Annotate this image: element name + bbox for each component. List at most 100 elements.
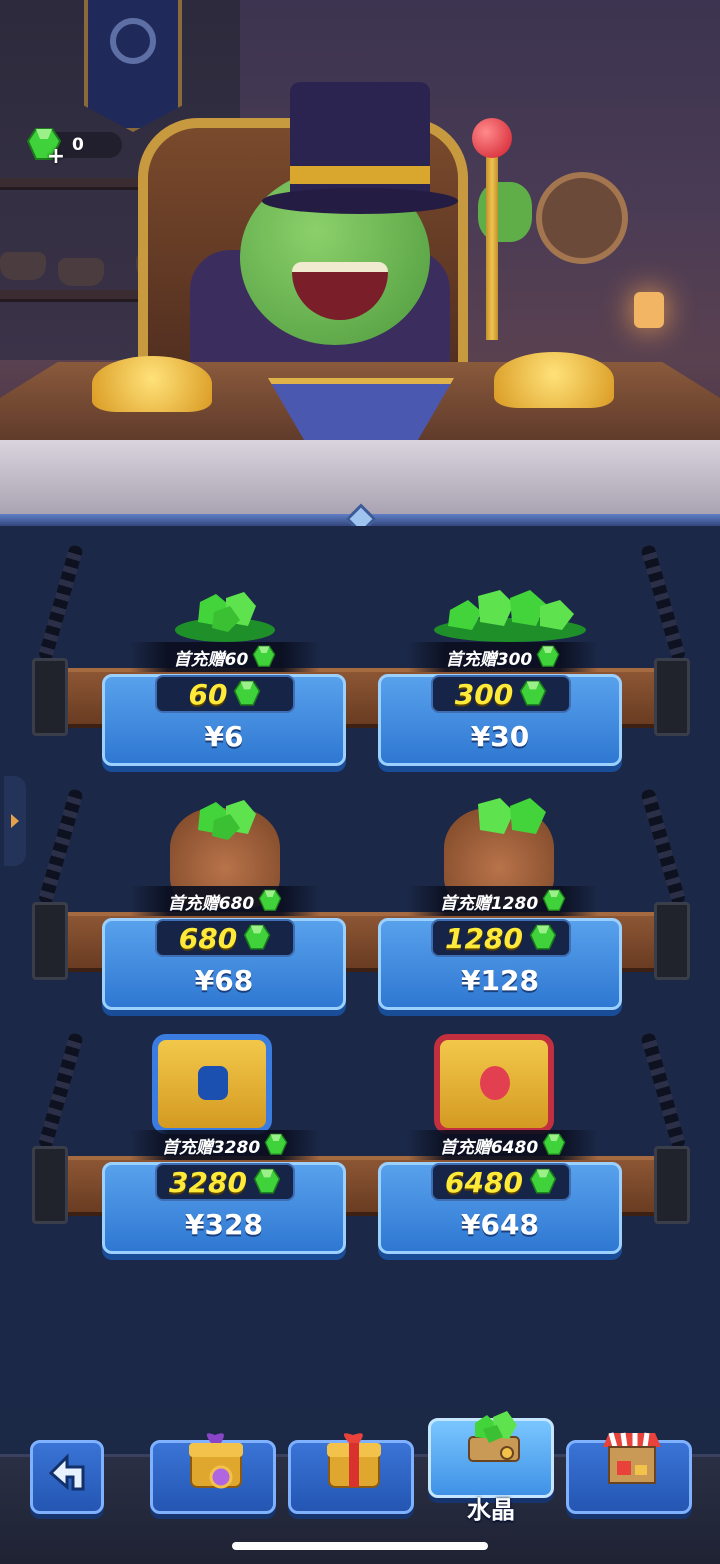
hat-brim xyxy=(262,188,458,214)
tab-market[interactable] xyxy=(566,1432,692,1514)
guild-banner xyxy=(84,0,182,132)
first-recharge-bonus: 首充赠6480 xyxy=(408,1130,598,1160)
shelf-bracket xyxy=(654,658,690,736)
shelf-bracket xyxy=(32,658,68,736)
wall-shield xyxy=(536,172,628,264)
bonus-label: 首充赠680 xyxy=(167,893,255,914)
price-label: ¥648 xyxy=(461,1208,539,1241)
gem-icon xyxy=(536,645,560,667)
gem-balance-value: 0 xyxy=(72,135,84,155)
bottom-nav: 水晶 xyxy=(0,1406,720,1564)
price-label: ¥30 xyxy=(470,720,530,753)
price-label: ¥6 xyxy=(204,720,244,753)
crystal-amount-value: 1280 xyxy=(445,921,523,955)
skull-lock-icon xyxy=(480,1066,510,1100)
price-label: ¥128 xyxy=(461,964,539,997)
shopkeeper-banner: + 0 xyxy=(0,0,720,518)
first-recharge-bonus: 首充赠1280 xyxy=(408,886,598,916)
pot xyxy=(58,258,104,286)
gem-icon xyxy=(529,924,557,950)
market-stall-icon xyxy=(603,1432,661,1484)
chain xyxy=(640,1032,687,1150)
back-arrow-icon xyxy=(48,1453,85,1491)
gem-icon xyxy=(253,1168,281,1194)
buy-crystal-pack-button[interactable]: 6480 ¥648 xyxy=(378,1162,622,1254)
gem-icon xyxy=(234,680,261,706)
shelf-row-3: 首充赠3280 首充赠6480 3280 ¥328 6480 ¥648 xyxy=(0,1032,720,1254)
first-recharge-bonus: 首充赠60 xyxy=(130,642,320,672)
red-treasure-chest-art xyxy=(434,1034,554,1134)
back-button[interactable] xyxy=(30,1440,104,1514)
crystal-amount: 60 xyxy=(155,675,295,713)
crystal-amount-value: 300 xyxy=(454,677,514,711)
add-icon: + xyxy=(46,144,66,169)
bonus-label: 首充赠60 xyxy=(173,649,249,670)
first-recharge-bonus: 首充赠680 xyxy=(130,886,320,916)
tab-crystal-label: 水晶 xyxy=(467,1496,515,1524)
shelf-bracket xyxy=(654,1146,690,1224)
shelf-row-1: 首充赠60 首充赠300 60 ¥6 300 ¥30 xyxy=(0,544,720,766)
price-label: ¥328 xyxy=(185,1208,263,1241)
gem-pile-art xyxy=(430,586,590,642)
gem-icon xyxy=(529,1168,557,1194)
gem-icon xyxy=(252,645,276,667)
crystal-amount: 300 xyxy=(431,675,571,713)
gem-icon xyxy=(519,680,547,706)
gem-pile-art xyxy=(170,794,280,844)
buy-crystal-pack-button[interactable]: 680 ¥68 xyxy=(102,918,346,1010)
gold-coin-pile xyxy=(92,356,212,412)
blue-treasure-chest-art xyxy=(152,1034,272,1134)
bonus-label: 首充赠6480 xyxy=(439,1137,539,1158)
tab-crystal[interactable] xyxy=(428,1411,554,1498)
keyhole-icon xyxy=(198,1066,228,1100)
crystal-cart-icon xyxy=(468,1411,520,1462)
gem-icon xyxy=(264,1133,288,1155)
buy-crystal-pack-button[interactable]: 60 ¥6 xyxy=(102,674,346,766)
crystal-amount-value: 60 xyxy=(188,677,228,711)
chain xyxy=(37,788,84,906)
staff-orb xyxy=(472,118,512,158)
chain xyxy=(37,544,84,662)
bonus-label: 首充赠300 xyxy=(445,649,533,670)
gold-coin-pile xyxy=(494,352,614,408)
crystal-shop: 首充赠60 首充赠300 60 ¥6 300 ¥30 首充赠680 首充赠128… xyxy=(0,526,720,1406)
buy-crystal-pack-button[interactable]: 1280 ¥128 xyxy=(378,918,622,1010)
red-gift-box-icon xyxy=(327,1433,381,1488)
chain xyxy=(640,544,687,662)
bonus-label: 首充赠1280 xyxy=(439,893,539,914)
gem-icon xyxy=(243,924,271,950)
home-indicator[interactable] xyxy=(232,1542,488,1550)
crystal-amount: 680 xyxy=(155,919,295,957)
tab-gift-box[interactable] xyxy=(288,1433,414,1514)
bonus-label: 首充赠3280 xyxy=(161,1137,261,1158)
guild-emblem-icon xyxy=(110,18,156,64)
gem-icon: + xyxy=(26,127,65,168)
gem-icon xyxy=(542,889,566,911)
gem-pile-art xyxy=(170,586,280,642)
gem-pile-art xyxy=(430,794,590,844)
first-recharge-bonus: 首充赠300 xyxy=(408,642,598,672)
buy-crystal-pack-button[interactable]: 300 ¥30 xyxy=(378,674,622,766)
gem-icon xyxy=(258,889,282,911)
side-drawer-toggle[interactable] xyxy=(4,776,26,866)
gem-balance[interactable]: + 0 xyxy=(26,126,122,168)
crystal-amount-value: 3280 xyxy=(169,1165,247,1199)
hat-band xyxy=(290,166,430,184)
crystal-amount-value: 680 xyxy=(178,921,238,955)
shelf-bracket xyxy=(654,902,690,980)
purple-gift-chest-icon xyxy=(189,1433,243,1489)
tab-gift-chest[interactable] xyxy=(150,1433,276,1514)
chain xyxy=(37,1032,84,1150)
gem-icon xyxy=(542,1133,566,1155)
staff xyxy=(486,140,498,340)
buy-crystal-pack-button[interactable]: 3280 ¥328 xyxy=(102,1162,346,1254)
crystal-amount-value: 6480 xyxy=(445,1165,523,1199)
first-recharge-bonus: 首充赠3280 xyxy=(130,1130,320,1160)
crystal-amount: 1280 xyxy=(431,919,571,957)
chain xyxy=(640,788,687,906)
shelf-row-2: 首充赠680 首充赠1280 680 ¥68 1280 ¥128 xyxy=(0,788,720,1010)
lamp xyxy=(634,292,664,328)
crystal-amount: 6480 xyxy=(431,1163,571,1201)
banner-divider xyxy=(0,503,720,535)
pot xyxy=(0,252,46,280)
